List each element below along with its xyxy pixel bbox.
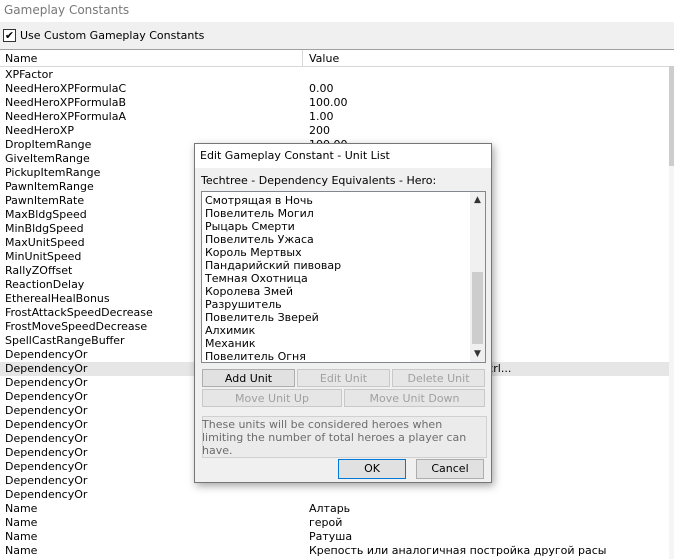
row-name: FrostMoveSpeedDecrease (5, 320, 148, 333)
column-header-value[interactable]: Value (309, 52, 339, 65)
unit-listbox[interactable]: Смотрящая в Ночь Повелитель Могил Рыцарь С… (201, 191, 486, 363)
list-item[interactable]: Повелитель Огня (205, 350, 467, 362)
table-row[interactable]: Name Крепость или аналогичная постройка д… (0, 544, 669, 558)
row-name: NeedHeroXP (5, 124, 74, 137)
move-unit-up-button[interactable]: Move Unit Up (202, 389, 342, 407)
row-name: FrostAttackSpeedDecrease (5, 306, 153, 319)
row-name: DropItemRange (5, 138, 92, 151)
list-item[interactable]: Рыцарь Смерти (205, 220, 467, 233)
row-name: DependencyOr (5, 446, 88, 459)
description-text: These units will be considered heroes wh… (202, 418, 467, 457)
column-divider[interactable] (302, 50, 303, 66)
row-name: DependencyOr (5, 460, 88, 473)
row-name: PawnItemRange (5, 180, 94, 193)
row-value: 200 (309, 124, 330, 137)
window-titlebar: Gameplay Constants (0, 0, 674, 22)
row-name: DependencyOr (5, 488, 88, 501)
row-value: 100.00 (309, 96, 348, 109)
table-row[interactable]: NeedHeroXPFormulaB 100.00 (0, 96, 669, 110)
unit-list-items: Смотрящая в Ночь Повелитель Могил Рыцарь С… (205, 194, 467, 362)
row-name: RallyZOffset (5, 264, 73, 277)
list-item[interactable]: Повелитель Могил (205, 207, 467, 220)
use-custom-row: ✔ Use Custom Gameplay Constants (0, 26, 674, 46)
list-item[interactable]: Темная Охотница (205, 272, 467, 285)
use-custom-label[interactable]: Use Custom Gameplay Constants (20, 29, 204, 42)
row-name: DependencyOr (5, 404, 88, 417)
list-item[interactable]: Король Мертвых (205, 246, 467, 259)
scroll-down-icon[interactable]: ▼ (470, 347, 485, 361)
row-name: Name (5, 516, 38, 529)
row-name: EtherealHealBonus (5, 292, 110, 305)
listbox-scrollbar-thumb[interactable] (472, 272, 483, 344)
table-row[interactable]: Name герой (0, 516, 669, 530)
list-item[interactable]: Разрушитель (205, 298, 467, 311)
row-value: 1.00 (309, 110, 334, 123)
row-name: Name (5, 502, 38, 515)
grid-scrollbar-thumb[interactable] (669, 66, 674, 166)
row-name: DependencyOr (5, 376, 88, 389)
row-value: герой (309, 516, 343, 529)
row-name: GiveItemRange (5, 152, 90, 165)
row-name: DependencyOr (5, 474, 88, 487)
dialog-title: Edit Gameplay Constant - Unit List (200, 149, 390, 162)
row-name: MaxBldgSpeed (5, 208, 87, 221)
table-row[interactable]: Name Алтарь (0, 502, 669, 516)
table-row[interactable]: NeedHeroXPFormulaC 0.00 (0, 82, 669, 96)
table-row[interactable]: DependencyOr (0, 488, 669, 502)
row-name: MinUnitSpeed (5, 250, 82, 263)
row-name: XPFactor (5, 68, 53, 81)
column-header-name[interactable]: Name (5, 52, 37, 65)
move-unit-down-button[interactable]: Move Unit Down (344, 389, 485, 407)
row-name: NeedHeroXPFormulaC (5, 82, 127, 95)
use-custom-checkbox[interactable]: ✔ (3, 29, 16, 42)
window-title: Gameplay Constants (4, 3, 130, 17)
row-name: Name (5, 530, 38, 543)
dialog-titlebar: Edit Gameplay Constant - Unit List (195, 144, 491, 168)
row-name: PickupItemRange (5, 166, 101, 179)
list-item[interactable]: Механик (205, 337, 467, 350)
row-name: MinBldgSpeed (5, 222, 84, 235)
row-name: ReactionDelay (5, 278, 85, 291)
unit-list-dialog: Edit Gameplay Constant - Unit List Techt… (194, 143, 492, 483)
row-value: 0.00 (309, 82, 334, 95)
table-row[interactable]: NeedHeroXP 200 (0, 124, 669, 138)
table-row[interactable]: NeedHeroXPFormulaA 1.00 (0, 110, 669, 124)
scroll-up-icon[interactable]: ▲ (470, 193, 485, 207)
row-name: DependencyOr (5, 390, 88, 403)
row-value: Крепость или аналогичная постройка друго… (309, 544, 607, 557)
row-name: DependencyOr (5, 348, 88, 361)
ok-button[interactable]: OK (338, 459, 406, 479)
grid-header: Name Value (0, 50, 669, 67)
row-value: Ратуша (309, 530, 353, 543)
list-item[interactable]: Королева Змей (205, 285, 467, 298)
table-row[interactable]: Name Ратуша (0, 530, 669, 544)
list-item[interactable]: Пандарийский пивовар (205, 259, 467, 272)
row-name: MaxUnitSpeed (5, 236, 85, 249)
row-name: NeedHeroXPFormulaB (5, 96, 126, 109)
unit-list-label: Techtree - Dependency Equivalents - Hero… (201, 174, 437, 187)
list-item[interactable]: Повелитель Зверей (205, 311, 467, 324)
row-name: SpellCastRangeBuffer (5, 334, 125, 347)
list-item[interactable]: Повелитель Ужаса (205, 233, 467, 246)
row-name: NeedHeroXPFormulaA (5, 110, 126, 123)
grid-scrollbar[interactable] (669, 66, 674, 559)
row-name: DependencyOr (5, 418, 88, 431)
list-item[interactable]: Алхимик (205, 324, 467, 337)
row-name: DependencyOr (5, 432, 88, 445)
row-name: Name (5, 544, 38, 557)
listbox-scrollbar[interactable]: ▲ ▼ (470, 192, 485, 362)
delete-unit-button[interactable]: Delete Unit (392, 369, 485, 387)
list-item[interactable]: Смотрящая в Ночь (205, 194, 467, 207)
row-name: PawnItemRate (5, 194, 85, 207)
table-row[interactable]: XPFactor (0, 68, 669, 82)
row-name: DependencyOr (5, 362, 88, 375)
edit-unit-button[interactable]: Edit Unit (297, 369, 390, 387)
row-value: Алтарь (309, 502, 351, 515)
add-unit-button[interactable]: Add Unit (202, 369, 295, 387)
cancel-button[interactable]: Cancel (416, 459, 484, 479)
